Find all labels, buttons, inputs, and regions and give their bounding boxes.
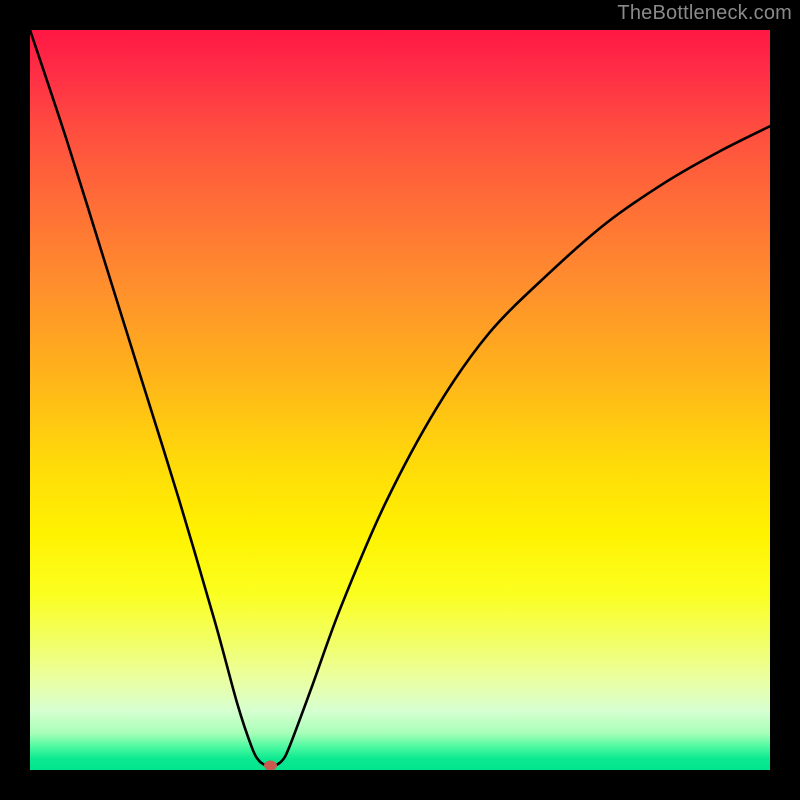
chart-frame: TheBottleneck.com [0,0,800,800]
watermark-text: TheBottleneck.com [617,2,792,25]
optimal-point-marker [264,761,277,770]
plot-area [30,30,770,770]
bottleneck-curve [30,30,770,766]
bottleneck-curve-svg [30,30,770,770]
